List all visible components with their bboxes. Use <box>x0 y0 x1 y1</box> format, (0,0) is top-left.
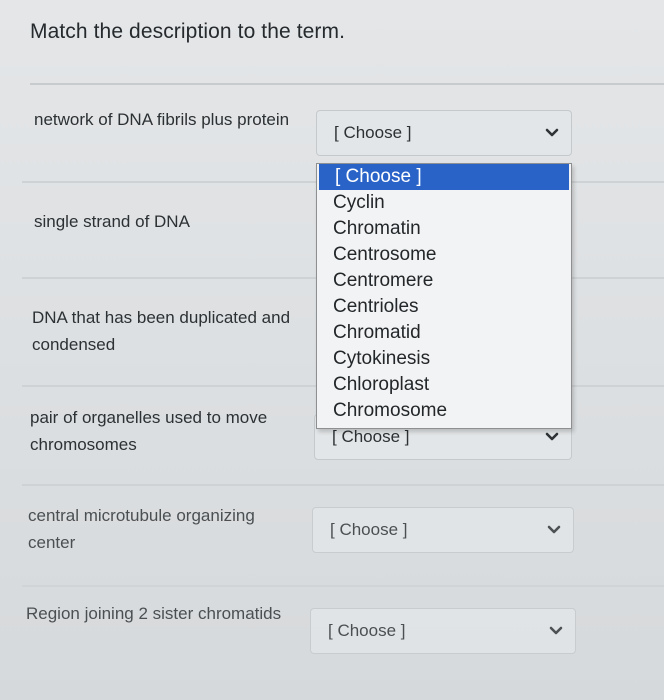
select-value: [ Choose ] <box>332 427 410 446</box>
description-pair-of-organelles: pair of organelles used to move chromoso… <box>30 408 268 454</box>
dropdown-option-cyclin[interactable]: Cyclin <box>317 190 571 216</box>
dropdown-option-chromatin[interactable]: Chromatin <box>317 216 571 242</box>
quiz-page: Match the description to the term. netwo… <box>0 0 664 700</box>
page-title: Match the description to the term. <box>30 20 346 43</box>
description-central-microtubule-organizing-center: central microtubule organizing center <box>28 506 255 552</box>
dropdown-option-chloroplast[interactable]: Chloroplast <box>317 372 571 398</box>
row-divider <box>22 585 664 587</box>
description-network-of-dna-fibrils: network of DNA fibrils plus protein <box>34 110 290 129</box>
term-select-6[interactable]: [ Choose ] <box>310 608 576 654</box>
chevron-down-icon <box>545 127 559 139</box>
dropdown-listbox: [ Choose ] Cyclin Chromatin Centrosome C… <box>316 163 572 429</box>
dropdown-option-cytokinesis[interactable]: Cytokinesis <box>317 346 571 372</box>
description-dna-duplicated-condensed: DNA that has been duplicated and condens… <box>32 308 291 354</box>
row-divider <box>22 484 664 486</box>
chevron-down-icon <box>547 524 561 536</box>
dropdown-option-chromosome[interactable]: Chromosome <box>317 398 571 424</box>
chevron-down-icon <box>549 625 563 637</box>
dropdown-option-centrioles[interactable]: Centrioles <box>317 294 571 320</box>
dropdown-option-choose[interactable]: [ Choose ] <box>319 164 569 190</box>
description-region-joining-sister-chromatids: Region joining 2 sister chromatids <box>26 604 282 623</box>
term-select-5[interactable]: [ Choose ] <box>312 507 574 553</box>
title-divider <box>30 83 664 85</box>
select-value: [ Choose ] <box>334 123 412 142</box>
select-value: [ Choose ] <box>330 520 408 539</box>
dropdown-option-centrosome[interactable]: Centrosome <box>317 242 571 268</box>
select-value: [ Choose ] <box>328 621 406 640</box>
description-single-strand-of-dna: single strand of DNA <box>34 212 190 231</box>
chevron-down-icon <box>545 431 559 443</box>
term-select-1[interactable]: [ Choose ] <box>316 110 572 156</box>
dropdown-option-centromere[interactable]: Centromere <box>317 268 571 294</box>
dropdown-option-chromatid[interactable]: Chromatid <box>317 320 571 346</box>
